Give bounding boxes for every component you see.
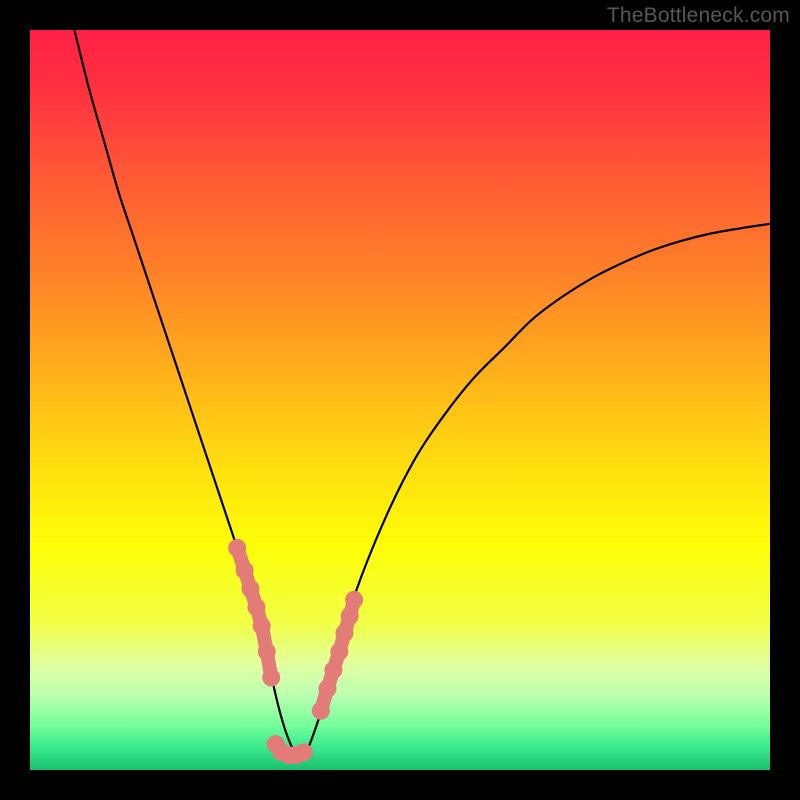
marker-dot (253, 617, 271, 635)
marker-dot (258, 643, 276, 661)
gradient-background (30, 30, 770, 770)
marker-dot (330, 643, 348, 661)
marker-dot (336, 624, 354, 642)
marker-dot (318, 680, 336, 698)
marker-dot (312, 702, 330, 720)
watermark-text: TheBottleneck.com (607, 4, 790, 28)
marker-dot (295, 743, 313, 761)
marker-dot (341, 607, 359, 625)
chart-plot (30, 30, 770, 770)
marker-dot (236, 561, 254, 579)
marker-dot (242, 580, 260, 598)
chart-frame: TheBottleneck.com (0, 0, 800, 800)
marker-dot (228, 539, 246, 557)
marker-dot (324, 661, 342, 679)
marker-dot (247, 598, 265, 616)
marker-dot (345, 591, 363, 609)
marker-dot (262, 669, 280, 687)
chart-svg (30, 30, 770, 770)
